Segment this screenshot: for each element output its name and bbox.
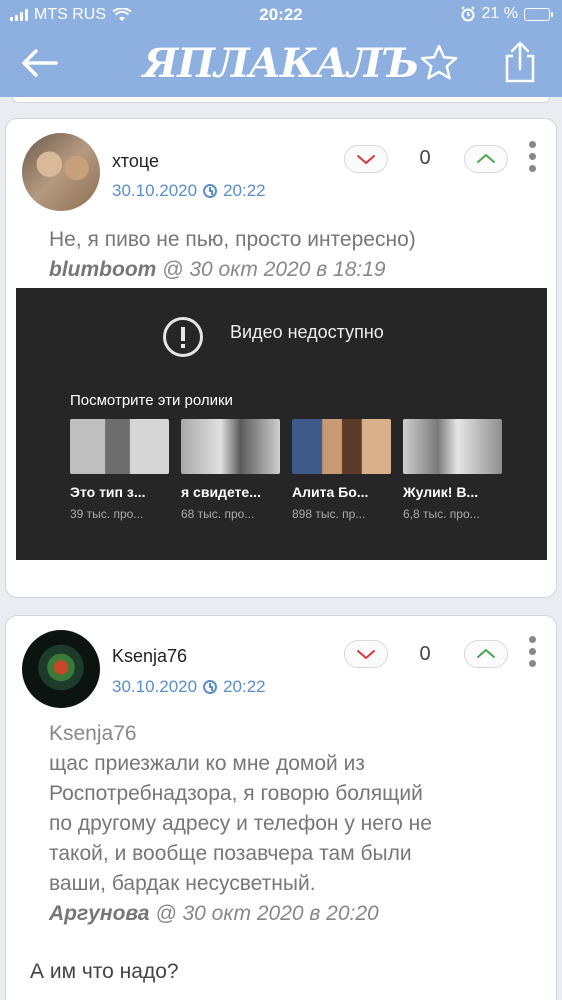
alert-icon	[163, 317, 203, 357]
site-logo[interactable]: ЯПЛАКАЛЪ	[143, 40, 420, 87]
comment-date: 30.10.2020	[112, 181, 198, 200]
avatar[interactable]	[22, 630, 100, 708]
previous-card-bottom	[0, 97, 562, 105]
suggested-video-title: Это тип з...	[70, 484, 146, 500]
comment-time: 20:22	[223, 181, 266, 200]
share-icon[interactable]	[500, 40, 540, 84]
video-suggestions-heading: Посмотрите эти ролики	[70, 392, 233, 409]
suggested-video[interactable]: Это тип з... 39 тыс. про...	[70, 419, 169, 521]
status-right: 21 %	[460, 5, 553, 23]
username[interactable]: хтоце	[112, 151, 159, 172]
suggested-video-views: 68 тыс. про...	[181, 507, 255, 521]
clock-icon	[203, 680, 218, 694]
chevron-down-icon	[357, 650, 375, 659]
rating-score: 0	[419, 147, 431, 169]
quote-date: @ 30 окт 2020 в 18:19	[162, 258, 386, 281]
chevron-up-icon	[477, 649, 495, 658]
top-bar: MTS RUS 20:22 21 % ЯПЛАКАЛЪ	[0, 0, 562, 97]
vote-up-button[interactable]	[464, 145, 508, 173]
quote-date: @ 30 окт 2020 в 20:20	[155, 902, 379, 925]
quote-line: такой, и вообще позавчера там были	[49, 842, 412, 865]
video-suggestions: Это тип з... 39 тыс. про... я свидете...…	[70, 419, 502, 549]
quote-line: Роспотребнадзора, я говорю болящий	[49, 782, 423, 805]
battery-icon	[524, 7, 553, 21]
suggested-video-title: Жулик! В...	[403, 484, 479, 500]
quote-line: Ksenja76	[49, 722, 137, 745]
chevron-up-icon	[477, 154, 495, 163]
suggested-video-title: Алита Бо...	[292, 484, 369, 500]
comment-meta: 30.10.2020 20:22	[112, 181, 266, 201]
back-arrow-icon[interactable]	[20, 46, 60, 80]
chevron-down-icon	[357, 155, 375, 164]
quote-author[interactable]: Аргунова	[49, 902, 149, 925]
clock-icon	[203, 184, 218, 198]
vote-down-button[interactable]	[344, 640, 388, 668]
username[interactable]: Ksenja76	[112, 646, 187, 667]
comment-card: Ksenja76 30.10.2020 20:22 0 Ksenja76 щас…	[5, 615, 557, 1000]
alarm-icon	[460, 6, 475, 22]
comment-text: А им что надо?	[30, 960, 179, 983]
video-unavailable-title: Видео недоступно	[230, 322, 384, 342]
quote-block: Ksenja76 щас приезжали ко мне домой из Р…	[49, 719, 432, 929]
video-thumbnail	[403, 419, 502, 474]
battery-percent: 21 %	[481, 5, 518, 22]
quote-line: по другому адресу и телефон у него не	[49, 812, 432, 835]
nav-bar: ЯПЛАКАЛЪ	[0, 32, 562, 94]
vote-down-button[interactable]	[344, 145, 388, 173]
suggested-video[interactable]: Жулик! В... 6,8 тыс. про...	[403, 419, 502, 521]
rating-score: 0	[419, 643, 431, 665]
quote-text: Не, я пиво не пью, просто интересно)	[49, 228, 416, 251]
suggested-video[interactable]: Алита Бо... 898 тыс. пр...	[292, 419, 391, 521]
quote-author[interactable]: blumboom	[49, 258, 156, 281]
video-thumbnail	[181, 419, 280, 474]
comment-card: хтоце 30.10.2020 20:22 0 Не, я пиво не п…	[5, 118, 557, 598]
more-options-icon[interactable]	[526, 141, 538, 172]
embedded-video[interactable]: Видео недоступно Посмотрите эти ролики Э…	[16, 288, 547, 560]
comment-meta: 30.10.2020 20:22	[112, 677, 266, 697]
more-options-icon[interactable]	[526, 636, 538, 667]
avatar[interactable]	[22, 133, 100, 211]
suggested-video-views: 39 тыс. про...	[70, 507, 144, 521]
vote-up-button[interactable]	[464, 640, 508, 668]
comment-date: 30.10.2020	[112, 677, 198, 696]
quote-block: Не, я пиво не пью, просто интересно) blu…	[49, 225, 416, 285]
video-thumbnail	[292, 419, 391, 474]
suggested-video-views: 898 тыс. пр...	[292, 507, 366, 521]
comment-time: 20:22	[223, 677, 266, 696]
video-thumbnail	[70, 419, 169, 474]
quote-line: щас приезжали ко мне домой из	[49, 752, 365, 775]
quote-line: ваши, бардак несусветный.	[49, 872, 316, 895]
suggested-video-views: 6,8 тыс. про...	[403, 507, 480, 521]
suggested-video[interactable]: я свидете... 68 тыс. про...	[181, 419, 280, 521]
suggested-video-title: я свидете...	[181, 484, 261, 500]
status-bar: MTS RUS 20:22 21 %	[0, 0, 562, 30]
star-icon[interactable]	[418, 42, 460, 84]
